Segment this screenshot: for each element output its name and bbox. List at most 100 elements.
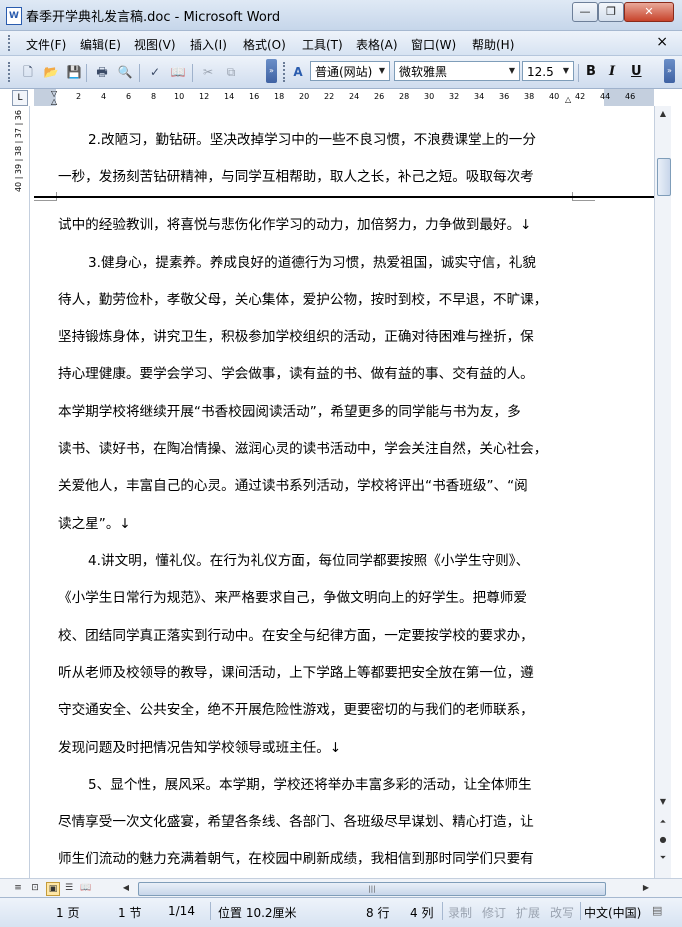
status-position: 位置 10.2厘米 bbox=[218, 906, 297, 920]
new-document-icon[interactable]: 🗋 bbox=[20, 64, 36, 80]
spelling-check-icon[interactable]: ✓ bbox=[147, 64, 163, 80]
copy-icon[interactable]: ⧉ bbox=[223, 64, 239, 80]
ruler-tick: 20 bbox=[299, 92, 310, 101]
document-line: 校、团结同学真正落实到行动中。在安全与纪律方面，一定要按学校的要求办， bbox=[58, 628, 534, 644]
underline-button[interactable]: U bbox=[631, 64, 642, 79]
ruler-tick: 26 bbox=[374, 92, 385, 101]
previous-page-icon[interactable]: ⏶ bbox=[657, 816, 669, 828]
ruler-tick: 32 bbox=[449, 92, 460, 101]
horizontal-ruler[interactable]: ▽ △ △ 2 4 6 8 10 12 14 16 18 20 22 24 26… bbox=[34, 89, 654, 107]
chevron-down-icon[interactable]: ▼ bbox=[505, 62, 519, 80]
scroll-left-icon[interactable]: ◀ bbox=[120, 882, 132, 894]
styles-and-formatting-icon[interactable]: A bbox=[290, 64, 306, 80]
status-bar: 1 页 1 节 1/14 位置 10.2厘米 8 行 4 列 录制 修订 扩展 … bbox=[0, 897, 682, 927]
document-line: 尽情享受一次文化盛宴，希望各条线、各部门、各班级尽早谋划、精心打造，让 bbox=[58, 814, 534, 830]
document-line: 4.讲文明，懂礼仪。在行为礼仪方面，每位同学都要按照《小学生守则》、 bbox=[88, 553, 530, 569]
restore-button[interactable]: ❐ bbox=[598, 2, 624, 22]
toolbar-options-chevron[interactable]: » bbox=[266, 59, 277, 83]
spelling-status-icon[interactable]: ▤ bbox=[652, 904, 662, 917]
outline-view-icon[interactable]: ☰ bbox=[63, 882, 75, 894]
toolbar-options-chevron[interactable]: » bbox=[664, 59, 675, 83]
reading-layout-view-icon[interactable]: 📖 bbox=[80, 882, 92, 894]
status-section: 1 节 bbox=[118, 906, 142, 920]
ruler-tick: 18 bbox=[274, 92, 285, 101]
document-area[interactable]: 2.改陋习，勤钻研。坚决改掉学习中的一些不良习惯，不浪费课堂上的一分 一秒，发扬… bbox=[34, 106, 654, 878]
document-line: 关爱他人，丰富自己的心灵。通过读书系列活动，学校将评出“书香班级”、“阅 bbox=[58, 478, 528, 494]
ruler-tick: 14 bbox=[224, 92, 235, 101]
menu-tools[interactable]: 工具(T) bbox=[302, 36, 343, 53]
menu-help[interactable]: 帮助(H) bbox=[472, 36, 514, 53]
horizontal-scroll-thumb[interactable]: ||| bbox=[138, 882, 606, 896]
ruler-tick: 16 bbox=[249, 92, 260, 101]
ruler-tick: 4 bbox=[101, 92, 107, 101]
font-size-select[interactable]: 12.5 ▼ bbox=[522, 61, 574, 81]
font-select[interactable]: 微软雅黑 ▼ bbox=[394, 61, 520, 81]
normal-view-icon[interactable]: ≡ bbox=[12, 882, 24, 894]
scroll-down-icon[interactable]: ▼ bbox=[657, 796, 669, 808]
status-extend[interactable]: 扩展 bbox=[516, 904, 540, 921]
status-record[interactable]: 录制 bbox=[448, 904, 472, 921]
menu-view[interactable]: 视图(V) bbox=[134, 36, 176, 53]
document-line: 待人，勤劳俭朴，孝敬父母，关心集体，爱护公物，按时到校，不早退，不旷课， bbox=[58, 292, 548, 308]
close-button[interactable]: ✕ bbox=[624, 2, 674, 22]
tab-selector[interactable]: L bbox=[12, 90, 28, 106]
toolbar-grip[interactable] bbox=[8, 62, 13, 82]
menu-table[interactable]: 表格(A) bbox=[356, 36, 398, 53]
status-separator bbox=[580, 902, 581, 920]
page-boundary bbox=[34, 196, 654, 198]
document-line: 一秒，发扬刻苦钻研精神，与同学互相帮助，取人之长，补己之短。吸取每次考 bbox=[58, 169, 534, 185]
scroll-right-icon[interactable]: ▶ bbox=[640, 882, 652, 894]
document-line: 读之星”。↓ bbox=[58, 516, 131, 532]
ruler-tick: 34 bbox=[474, 92, 485, 101]
ruler-tick: 42 bbox=[575, 92, 586, 101]
menu-grip[interactable] bbox=[8, 35, 13, 51]
print-layout-view-icon[interactable]: ▣ bbox=[46, 882, 60, 896]
ruler-tick: 44 bbox=[600, 92, 611, 101]
scroll-up-icon[interactable]: ▲ bbox=[657, 108, 669, 120]
menu-insert[interactable]: 插入(I) bbox=[190, 36, 227, 53]
ruler-tick: 36 bbox=[499, 92, 510, 101]
document-line: 坚持锻炼身体，讲究卫生，积极参加学校组织的活动，正确对待困难与挫折，保 bbox=[58, 329, 534, 345]
vertical-scroll-thumb[interactable] bbox=[657, 158, 671, 196]
toolbar-separator bbox=[86, 64, 87, 82]
chevron-down-icon[interactable]: ▼ bbox=[375, 62, 389, 80]
select-browse-object-icon[interactable]: ● bbox=[657, 834, 669, 846]
open-folder-icon[interactable]: 📂 bbox=[43, 64, 59, 80]
font-size-value: 12.5 bbox=[527, 65, 554, 79]
print-icon[interactable]: 🖶 bbox=[94, 64, 110, 80]
save-icon[interactable]: 💾 bbox=[66, 64, 82, 80]
ruler-tick: 24 bbox=[349, 92, 360, 101]
toolbar-grip[interactable] bbox=[283, 62, 288, 82]
document-line: 3.健身心，提素养。养成良好的道德行为习惯，热爱祖国，诚实守信，礼貌 bbox=[88, 255, 536, 271]
status-page-of: 1/14 bbox=[168, 904, 195, 918]
word-doc-icon[interactable]: W bbox=[6, 7, 22, 25]
ruler-tick: 40 bbox=[549, 92, 560, 101]
vertical-scrollbar[interactable]: ▲ ▼ ⏶ ● ⏷ bbox=[654, 106, 671, 878]
menu-window[interactable]: 窗口(W) bbox=[411, 36, 456, 53]
document-line: 守交通安全、公共安全，绝不开展危险性游戏，更要密切的与我们的老师联系， bbox=[58, 702, 534, 718]
horizontal-scrollbar[interactable]: ≡ ⊡ ▣ ☰ 📖 ◀ ||| ▶ bbox=[0, 878, 682, 897]
status-track-changes[interactable]: 修订 bbox=[482, 904, 506, 921]
vertical-ruler-ticks: 40 | 39 | 38 | 37 | 36 bbox=[14, 110, 23, 193]
font-select-value: 微软雅黑 bbox=[399, 65, 448, 79]
status-language[interactable]: 中文(中国) bbox=[584, 904, 641, 921]
style-select[interactable]: 普通(网站) ▼ bbox=[310, 61, 390, 81]
left-indent-marker[interactable]: △ bbox=[51, 97, 57, 106]
bold-button[interactable]: B bbox=[586, 64, 596, 79]
menu-format[interactable]: 格式(O) bbox=[243, 36, 286, 53]
minimize-button[interactable]: — bbox=[572, 2, 598, 22]
right-indent-marker[interactable]: △ bbox=[565, 95, 571, 104]
close-document-icon[interactable]: × bbox=[656, 34, 668, 50]
print-preview-icon[interactable]: 🔍 bbox=[117, 64, 133, 80]
next-page-icon[interactable]: ⏷ bbox=[657, 852, 669, 864]
menu-bar: 文件(F) 编辑(E) 视图(V) 插入(I) 格式(O) 工具(T) 表格(A… bbox=[0, 31, 682, 56]
cut-icon[interactable]: ✂ bbox=[200, 64, 216, 80]
italic-button[interactable]: I bbox=[609, 64, 615, 79]
chevron-down-icon[interactable]: ▼ bbox=[559, 62, 573, 80]
research-icon[interactable]: 📖 bbox=[170, 64, 186, 80]
vertical-ruler[interactable]: 40 | 39 | 38 | 37 | 36 bbox=[13, 106, 30, 878]
status-overtype[interactable]: 改写 bbox=[550, 904, 574, 921]
web-layout-view-icon[interactable]: ⊡ bbox=[29, 882, 41, 894]
menu-edit[interactable]: 编辑(E) bbox=[80, 36, 121, 53]
menu-file[interactable]: 文件(F) bbox=[26, 36, 66, 53]
